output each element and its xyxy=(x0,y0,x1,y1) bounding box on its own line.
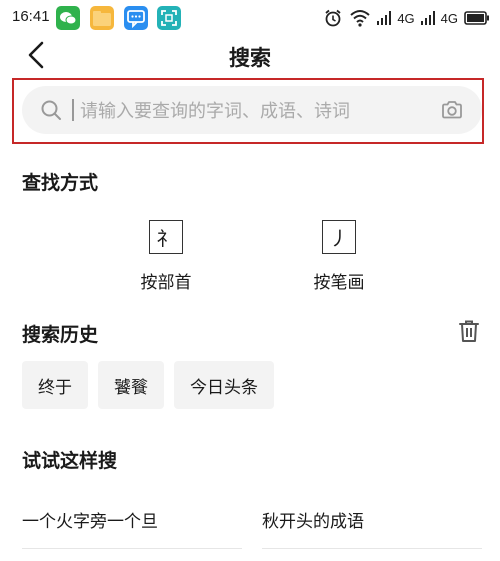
network-type-1: 4G xyxy=(397,10,415,26)
history-chip[interactable]: 饕餮 xyxy=(98,361,164,409)
camera-icon[interactable] xyxy=(440,98,464,122)
find-methods-title: 查找方式 xyxy=(22,172,99,194)
search-input[interactable] xyxy=(78,94,422,128)
radical-glyph-icon: 礻 xyxy=(149,220,183,254)
status-right: 4G 4G xyxy=(323,6,490,30)
status-time: 16:41 xyxy=(12,8,50,25)
search-bar[interactable] xyxy=(22,86,482,134)
suggestions-title: 试试这样搜 xyxy=(22,450,118,472)
suggestion-item[interactable]: 一个火字旁一个旦 xyxy=(22,493,158,545)
history-chips: 终于 饕餮 今日头条 xyxy=(22,361,274,409)
find-by-radical-label: 按部首 xyxy=(140,273,192,293)
battery-icon xyxy=(464,11,490,25)
folder-icon xyxy=(90,6,114,30)
signal-icon xyxy=(377,11,392,25)
nav-bar: 搜索 xyxy=(0,36,500,76)
find-by-stroke-label: 按笔画 xyxy=(313,273,365,293)
wechat-icon xyxy=(56,6,80,30)
find-by-stroke-button[interactable]: 丿 按笔画 xyxy=(289,220,389,293)
signal-icon xyxy=(420,11,435,25)
status-bar: 16:41 4G 4G xyxy=(0,0,500,36)
alarm-icon xyxy=(323,8,343,28)
search-icon xyxy=(40,99,62,121)
page-title: 搜索 xyxy=(229,46,271,70)
stroke-glyph-icon: 丿 xyxy=(322,220,356,254)
history-chip[interactable]: 今日头条 xyxy=(174,361,274,409)
wifi-icon xyxy=(349,9,371,27)
message-icon xyxy=(124,6,148,30)
network-type-2: 4G xyxy=(440,10,458,26)
suggestion-divider xyxy=(22,548,242,549)
suggestion-divider xyxy=(262,548,482,549)
history-chip[interactable]: 终于 xyxy=(22,361,88,409)
find-by-radical-button[interactable]: 礻 按部首 xyxy=(116,220,216,293)
text-caret xyxy=(72,99,74,121)
trash-icon[interactable] xyxy=(456,318,482,344)
suggestion-item[interactable]: 秋开头的成语 xyxy=(262,493,364,545)
history-title: 搜索历史 xyxy=(22,324,99,346)
scan-icon xyxy=(157,6,181,30)
